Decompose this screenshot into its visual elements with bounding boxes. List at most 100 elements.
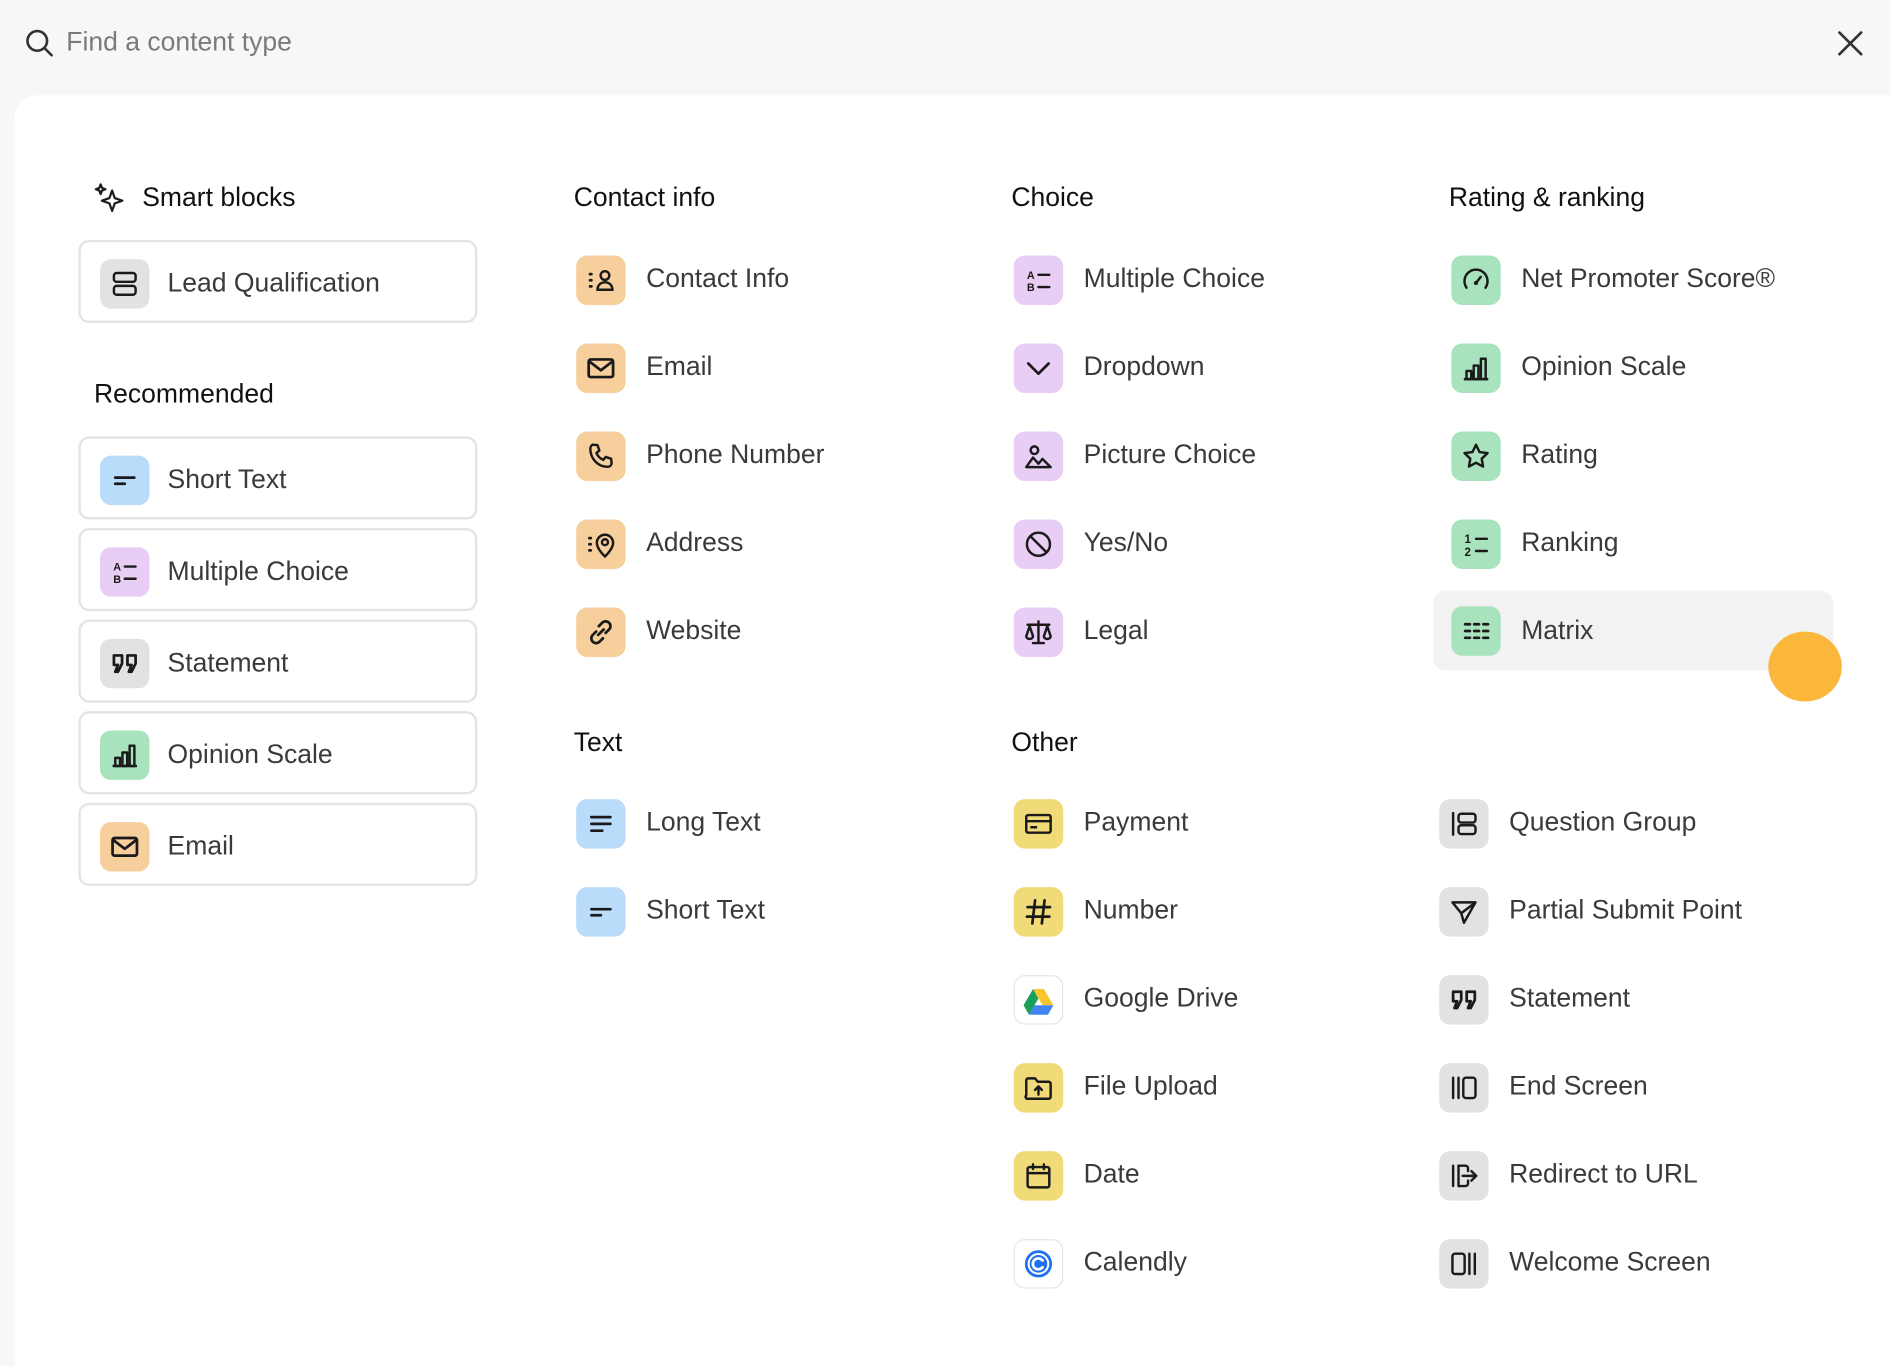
rating-item[interactable]: Rating xyxy=(1451,421,1834,491)
quote-icon xyxy=(100,638,150,689)
send-icon xyxy=(1439,887,1489,937)
calendar-icon xyxy=(1013,1151,1064,1201)
item-label: Matrix xyxy=(1521,614,1594,645)
google-drive-item[interactable]: Google Drive xyxy=(1013,964,1412,1034)
number-item[interactable]: Number xyxy=(1013,876,1412,946)
multiple-choice-icon xyxy=(1013,255,1064,305)
statement-item[interactable]: Statement xyxy=(1439,964,1837,1034)
item-label: Welcome Screen xyxy=(1509,1246,1711,1277)
contact-info-item[interactable]: Contact Info xyxy=(576,245,974,315)
phone-number-item[interactable]: Phone Number xyxy=(576,421,974,491)
partial-submit-point-item[interactable]: Partial Submit Point xyxy=(1439,876,1837,946)
question-group-icon xyxy=(1439,799,1489,849)
email-item[interactable]: Email xyxy=(576,333,974,403)
contact-info-heading: Contact info xyxy=(573,182,716,213)
redirect-to-url-item[interactable]: Redirect to URL xyxy=(1439,1140,1837,1210)
envelope-icon xyxy=(100,822,150,872)
date-item[interactable]: Date xyxy=(1013,1140,1412,1210)
chevron-down-icon xyxy=(1013,343,1064,393)
picture-icon xyxy=(1013,431,1064,481)
item-label: Statement xyxy=(1509,982,1631,1013)
cursor-indicator xyxy=(1768,631,1842,702)
redirect-icon xyxy=(1439,1151,1489,1201)
bar-chart-icon xyxy=(1451,343,1501,393)
legal-item[interactable]: Legal xyxy=(1013,597,1412,667)
item-label: Lead Qualification xyxy=(167,267,380,298)
bar-chart-icon xyxy=(100,730,150,780)
item-label: Ranking xyxy=(1521,526,1619,557)
recommended-opinion-scale[interactable]: Opinion Scale xyxy=(78,711,478,795)
item-label: Multiple Choice xyxy=(167,555,349,586)
yes-no-item[interactable]: Yes/No xyxy=(1013,509,1412,579)
item-label: Email xyxy=(646,350,713,381)
close-icon[interactable] xyxy=(1831,24,1870,63)
recommended-email[interactable]: Email xyxy=(78,802,478,886)
welcome-screen-icon xyxy=(1439,1239,1489,1289)
link-icon xyxy=(576,607,626,657)
end-screen-icon xyxy=(1439,1063,1489,1113)
recommended-heading: Recommended xyxy=(94,378,274,409)
item-label: Website xyxy=(646,614,742,645)
dropdown-item[interactable]: Dropdown xyxy=(1013,333,1412,403)
item-label: Partial Submit Point xyxy=(1509,894,1743,925)
short-text-item[interactable]: Short Text xyxy=(576,876,974,946)
item-label: Picture Choice xyxy=(1083,438,1257,469)
end-screen-item[interactable]: End Screen xyxy=(1439,1052,1837,1122)
question-group-item[interactable]: Question Group xyxy=(1439,788,1837,858)
item-label: Address xyxy=(646,526,744,557)
picture-choice-item[interactable]: Picture Choice xyxy=(1013,421,1412,491)
search-input[interactable] xyxy=(66,22,790,62)
item-label: Opinion Scale xyxy=(1521,350,1687,381)
contact-card-icon xyxy=(576,255,626,305)
ranking-item[interactable]: Ranking xyxy=(1451,509,1834,579)
star-icon xyxy=(1451,431,1501,481)
item-label: Net Promoter Score® xyxy=(1521,262,1776,293)
item-label: End Screen xyxy=(1509,1070,1648,1101)
item-label: Redirect to URL xyxy=(1509,1158,1698,1189)
quote-icon xyxy=(1439,975,1489,1025)
long-text-icon xyxy=(576,799,626,849)
item-label: Opinion Scale xyxy=(167,738,333,770)
choice-heading: Choice xyxy=(1011,182,1094,213)
item-label: Statement xyxy=(167,647,289,678)
payment-item[interactable]: Payment xyxy=(1013,788,1412,858)
address-item[interactable]: Address xyxy=(576,509,974,579)
item-label: Multiple Choice xyxy=(1083,262,1265,293)
sparkle-icon xyxy=(94,183,124,213)
smart-blocks-heading: Smart blocks xyxy=(142,182,296,213)
recommended-multiple-choice[interactable]: Multiple Choice xyxy=(78,527,478,612)
short-text-icon xyxy=(576,887,626,937)
file-upload-item[interactable]: File Upload xyxy=(1013,1052,1412,1122)
item-label: Contact Info xyxy=(646,262,790,293)
item-label: Number xyxy=(1083,894,1178,925)
item-label: Date xyxy=(1083,1158,1140,1189)
hash-icon xyxy=(1013,887,1064,937)
item-label: Rating xyxy=(1521,438,1598,469)
opinion-scale-item[interactable]: Opinion Scale xyxy=(1451,333,1834,403)
gauge-icon xyxy=(1451,255,1501,305)
website-item[interactable]: Website xyxy=(576,597,974,667)
credit-card-icon xyxy=(1013,799,1064,849)
welcome-screen-item[interactable]: Welcome Screen xyxy=(1439,1228,1837,1298)
recommended-short-text[interactable]: Short Text xyxy=(78,436,478,520)
net-promoter-score-item[interactable]: Net Promoter Score® xyxy=(1451,245,1834,315)
item-label: Yes/No xyxy=(1083,526,1169,557)
item-label: Payment xyxy=(1083,806,1189,837)
calendly-icon xyxy=(1013,1239,1064,1289)
long-text-item[interactable]: Long Text xyxy=(576,788,974,858)
grid-icon xyxy=(1451,606,1501,656)
phone-icon xyxy=(576,431,626,481)
map-pin-icon xyxy=(576,519,626,569)
multiple-choice-item[interactable]: Multiple Choice xyxy=(1013,245,1412,315)
rating-ranking-heading: Rating & ranking xyxy=(1448,182,1645,213)
item-label: Email xyxy=(167,830,234,861)
scales-icon xyxy=(1013,607,1064,657)
envelope-icon xyxy=(576,343,626,393)
lead-qualification-card[interactable]: Lead Qualification xyxy=(78,239,478,324)
multiple-choice-icon xyxy=(100,547,150,597)
short-text-icon xyxy=(100,455,150,506)
item-label: Long Text xyxy=(646,806,761,837)
calendly-item[interactable]: Calendly xyxy=(1013,1228,1412,1298)
yes-no-icon xyxy=(1013,519,1064,569)
recommended-statement[interactable]: Statement xyxy=(78,619,478,703)
